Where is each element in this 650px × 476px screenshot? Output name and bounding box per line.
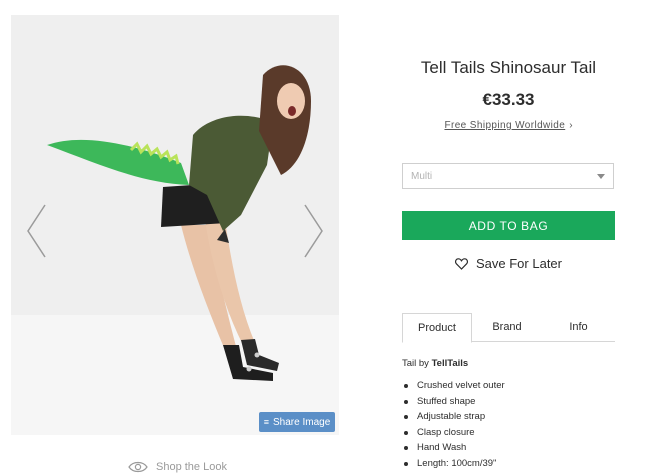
list-item: Stuffed shape [402,394,615,410]
share-image-button[interactable]: ≡ Share Image [259,412,335,432]
tab-brand[interactable]: Brand [472,313,542,341]
product-price: €33.33 [482,90,535,109]
shop-the-look-label: Shop the Look [156,461,227,473]
colour-select-value: Multi [411,170,433,182]
save-for-later-label: Save For Later [476,256,562,271]
product-image-gallery[interactable]: ≡ Share Image [11,15,339,435]
eye-icon [128,461,148,473]
chevron-right-icon: › [569,120,573,131]
chevron-left-icon[interactable] [25,203,47,259]
product-photo [11,15,339,435]
chevron-right-icon[interactable] [303,203,325,259]
shipping-info: Free Shipping Worldwide › [402,120,615,131]
save-for-later-button[interactable]: Save For Later [402,256,615,271]
tab-info[interactable]: Info [542,313,615,341]
feature-list: Crushed velvet outer Stuffed shape Adjus… [402,378,615,471]
list-item: Adjustable strap [402,409,615,425]
product-title: Tell Tails Shinosaur Tail [420,58,597,77]
shop-the-look-link[interactable]: Shop the Look [128,461,227,473]
list-item: Crushed velvet outer [402,378,615,394]
tab-product[interactable]: Product [402,313,472,343]
heart-icon [455,257,468,270]
list-item: Clasp closure [402,425,615,441]
add-to-bag-button[interactable]: ADD TO BAG [402,211,615,240]
product-description: Tail by TellTails Crushed velvet outer S… [402,358,615,471]
chevron-down-icon [597,173,605,179]
brand-prefix: Tail by [402,358,432,369]
list-item: Length: 100cm/39" [402,456,615,472]
stack-icon: ≡ [263,416,269,427]
colour-select[interactable]: Multi [402,163,614,189]
brand-name: TellTails [431,358,469,369]
brand-line: Tail by TellTails [402,358,615,369]
list-item: Hand Wash [402,440,615,456]
share-image-label: Share Image [273,416,331,428]
product-info-tabs: Product Brand Info [402,313,615,343]
free-shipping-link[interactable]: Free Shipping Worldwide [444,120,565,131]
